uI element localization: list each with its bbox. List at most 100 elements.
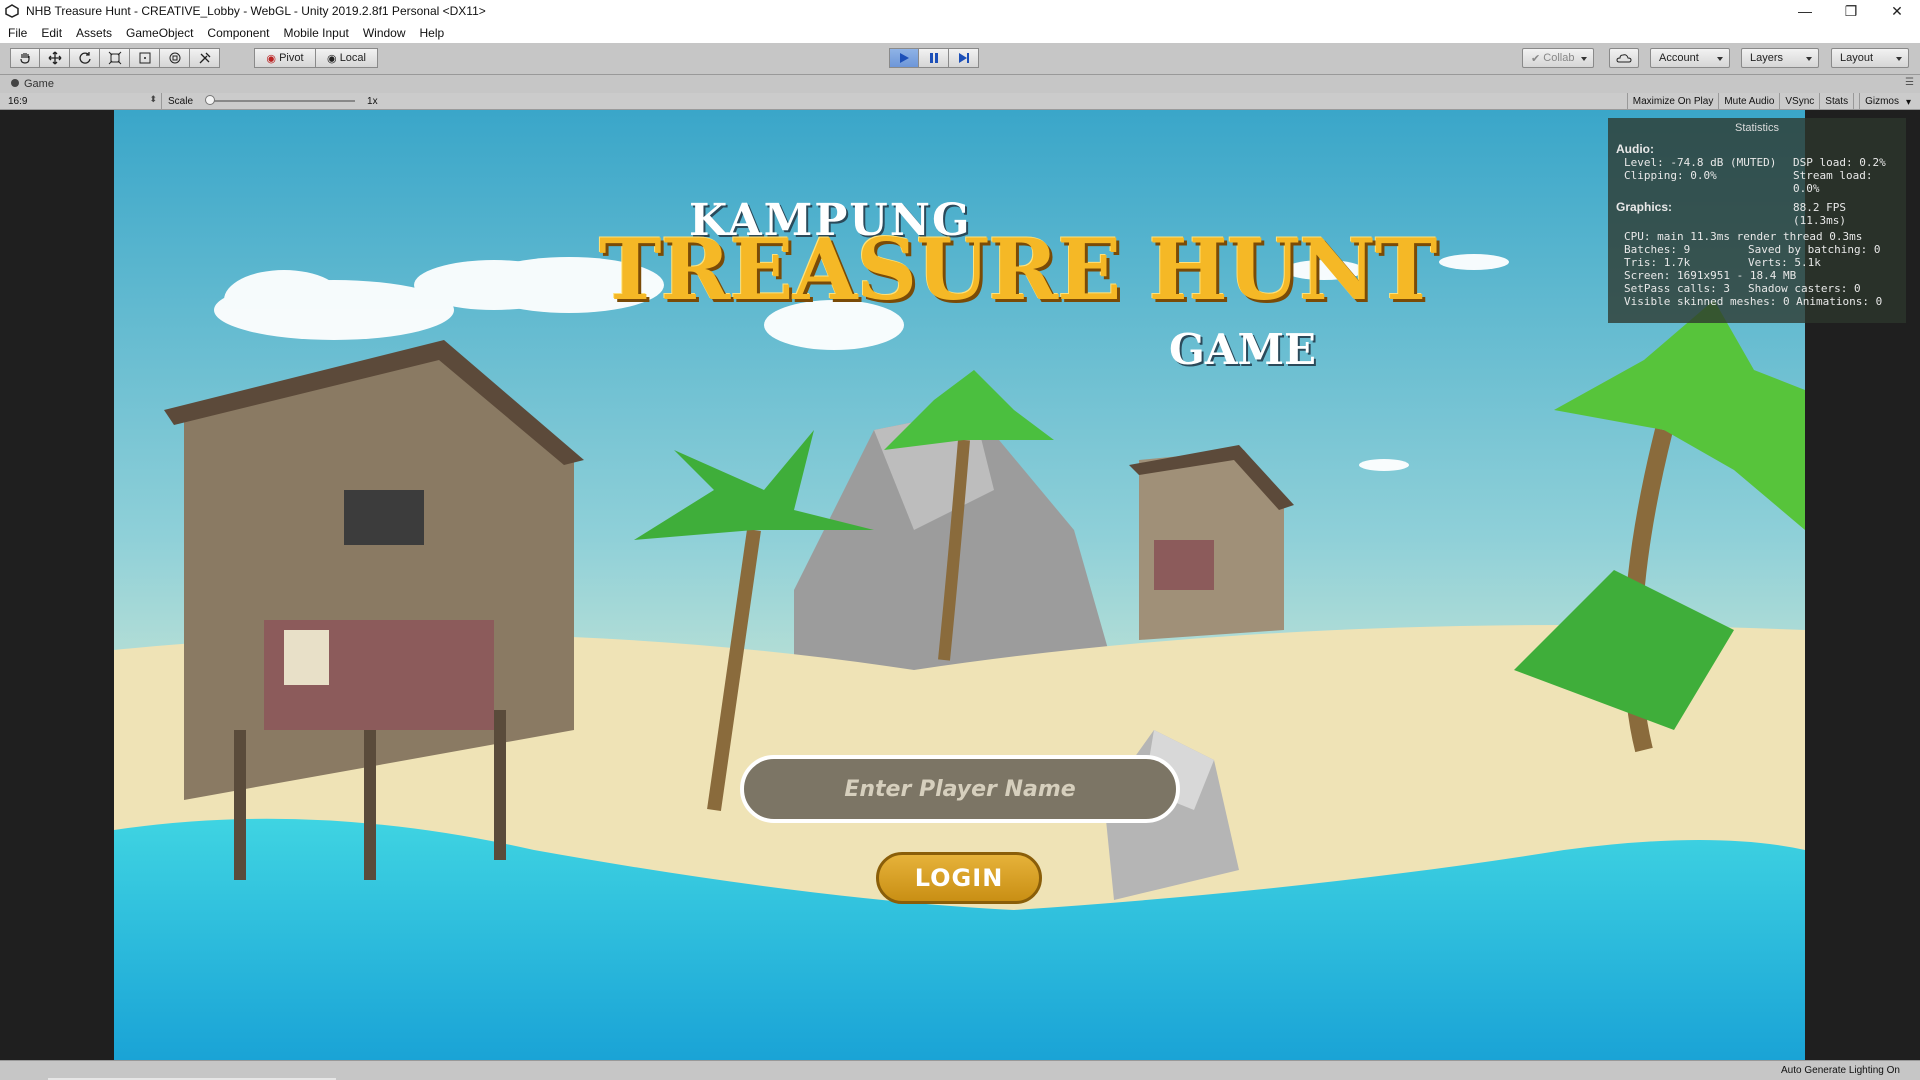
check-icon: ✔ (1531, 52, 1541, 65)
collab-label: Collab (1543, 52, 1575, 64)
move-tool-icon[interactable] (40, 48, 70, 68)
menu-edit[interactable]: Edit (41, 26, 62, 40)
stats-graphics-row: Graphics: 88.2 FPS (11.3ms) (1616, 200, 1898, 228)
gizmos-dropdown[interactable]: Gizmos ▾ (1853, 93, 1920, 109)
minimize-button[interactable]: — (1782, 0, 1828, 22)
game-controller-icon (10, 78, 20, 91)
aspect-dropdown[interactable]: 16:9 ⬍ (0, 93, 162, 109)
transform-tools (10, 48, 220, 68)
cloud-group (1609, 48, 1639, 68)
pivot-label: Pivot (279, 52, 304, 64)
stats-saved-batching: Saved by batching: 0 (1748, 243, 1881, 256)
menu-mobile-input[interactable]: Mobile Input (283, 26, 348, 40)
game-view-options: Maximize On Play Mute Audio VSync Stats … (1626, 93, 1920, 109)
menu-gameobject[interactable]: GameObject (126, 26, 193, 40)
stats-shadow-casters: Shadow casters: 0 (1748, 282, 1861, 295)
scale-slider[interactable] (205, 95, 356, 105)
play-icon (900, 53, 909, 63)
rotate-tool-icon[interactable] (70, 48, 100, 68)
layers-group: Layers (1741, 48, 1819, 68)
menu-component[interactable]: Component (207, 26, 269, 40)
step-icon (958, 53, 969, 63)
menu-window[interactable]: Window (363, 26, 406, 40)
main-toolbar: ◉ Pivot ◉ Local ✔ Collab Account Layers … (0, 43, 1920, 75)
hand-tool-icon[interactable] (10, 48, 40, 68)
collab-dropdown[interactable]: ✔ Collab (1522, 48, 1594, 68)
tab-game-label: Game (24, 78, 54, 90)
game-scene[interactable]: KAMPUNG TREASURE HUNT GAME LOGIN (114, 110, 1805, 1060)
window-title: NHB Treasure Hunt - CREATIVE_Lobby - Web… (26, 4, 486, 18)
play-controls (889, 48, 979, 68)
cloud-button[interactable] (1609, 48, 1639, 68)
stats-audio-heading: Audio: (1616, 142, 1654, 156)
menu-file[interactable]: File (8, 26, 27, 40)
pause-icon (929, 53, 938, 63)
aspect-value: 16:9 (8, 95, 28, 107)
stats-toggle[interactable]: Stats (1819, 93, 1853, 109)
scale-control: Scale 1x (168, 95, 378, 107)
menu-bar: File Edit Assets GameObject Component Mo… (0, 22, 1920, 43)
rect-tool-icon[interactable] (130, 48, 160, 68)
account-dropdown[interactable]: Account (1650, 48, 1730, 68)
stats-stream-load: Stream load: 0.0% (1793, 169, 1873, 195)
logo-treasure-hunt-text: TREASURE HUNT (599, 220, 1437, 319)
mute-audio-toggle[interactable]: Mute Audio (1718, 93, 1779, 109)
stats-graphics-heading: Graphics: (1616, 200, 1673, 214)
local-label: Local (339, 52, 366, 64)
stats-skinned: Visible skinned meshes: 0 Animations: 0 (1624, 295, 1883, 308)
step-button[interactable] (949, 48, 979, 68)
scale-label: Scale (168, 95, 194, 107)
play-button[interactable] (889, 48, 919, 68)
stats-setpass-row: SetPass calls: 3 Shadow casters: 0 (1616, 282, 1898, 295)
maximize-on-play-toggle[interactable]: Maximize On Play (1626, 93, 1719, 109)
restore-button[interactable]: ❐ (1828, 0, 1874, 22)
pivot-button[interactable]: ◉ Pivot (254, 48, 316, 68)
game-view: KAMPUNG TREASURE HUNT GAME LOGIN Statist… (0, 110, 1920, 1060)
game-tab-bar: Game ☰ (0, 75, 1920, 93)
unity-logo-icon (4, 3, 20, 19)
scale-slider-knob[interactable] (205, 95, 216, 105)
transform-tool-icon[interactable] (160, 48, 190, 68)
status-text: Auto Generate Lighting On (1781, 1065, 1900, 1076)
stats-title: Statistics (1734, 122, 1779, 134)
vsync-toggle[interactable]: VSync (1779, 93, 1819, 109)
tab-game[interactable]: Game (10, 78, 54, 91)
stats-verts: Verts: 5.1k (1748, 256, 1821, 269)
menu-assets[interactable]: Assets (76, 26, 112, 40)
menu-help[interactable]: Help (420, 26, 445, 40)
account-label: Account (1659, 52, 1699, 64)
tab-menu-icon[interactable]: ☰ (1905, 77, 1914, 88)
collab-group: ✔ Collab (1522, 48, 1594, 68)
window-titlebar: NHB Treasure Hunt - CREATIVE_Lobby - Web… (0, 0, 1920, 22)
status-bar: Auto Generate Lighting On (0, 1060, 1920, 1080)
stats-batches: Batches: 9 (1624, 243, 1691, 256)
player-name-input[interactable] (740, 755, 1180, 823)
stats-audio-row-2: Clipping: 0.0% Stream load: 0.0% (1616, 169, 1898, 195)
stats-dsp-load: DSP load: 0.2% (1793, 156, 1886, 169)
stats-cpu: CPU: main 11.3ms render thread 0.3ms (1624, 230, 1863, 243)
stats-setpass: SetPass calls: 3 (1624, 282, 1730, 295)
login-button[interactable]: LOGIN (876, 852, 1042, 904)
game-view-toolbar: 16:9 ⬍ Scale 1x Maximize On Play Mute Au… (0, 93, 1920, 110)
scale-value: 1x (367, 95, 378, 107)
scale-tool-icon[interactable] (100, 48, 130, 68)
stats-tris: Tris: 1.7k (1624, 256, 1691, 269)
statistics-panel: Statistics Audio: Level: -74.8 dB (MUTED… (1608, 118, 1906, 323)
layers-label: Layers (1750, 52, 1784, 64)
chevron-down-icon: ▾ (1905, 96, 1911, 108)
cloud-icon (1616, 54, 1632, 63)
stats-clipping: Clipping: 0.0% (1624, 169, 1717, 182)
stats-audio-row-1: Level: -74.8 dB (MUTED) DSP load: 0.2% (1616, 156, 1898, 169)
stats-tris-row: Tris: 1.7k Verts: 5.1k (1616, 256, 1898, 269)
custom-tool-icon[interactable] (190, 48, 220, 68)
account-group: Account (1650, 48, 1730, 68)
layout-group: Layout (1831, 48, 1909, 68)
layout-dropdown[interactable]: Layout (1831, 48, 1909, 68)
gizmos-label: Gizmos (1859, 93, 1904, 109)
dropdown-arrows-icon: ⬍ (149, 94, 157, 104)
pause-button[interactable] (919, 48, 949, 68)
close-button[interactable]: ✕ (1874, 0, 1920, 22)
stats-batches-row: Batches: 9 Saved by batching: 0 (1616, 243, 1898, 256)
layers-dropdown[interactable]: Layers (1741, 48, 1819, 68)
local-button[interactable]: ◉ Local (316, 48, 378, 68)
